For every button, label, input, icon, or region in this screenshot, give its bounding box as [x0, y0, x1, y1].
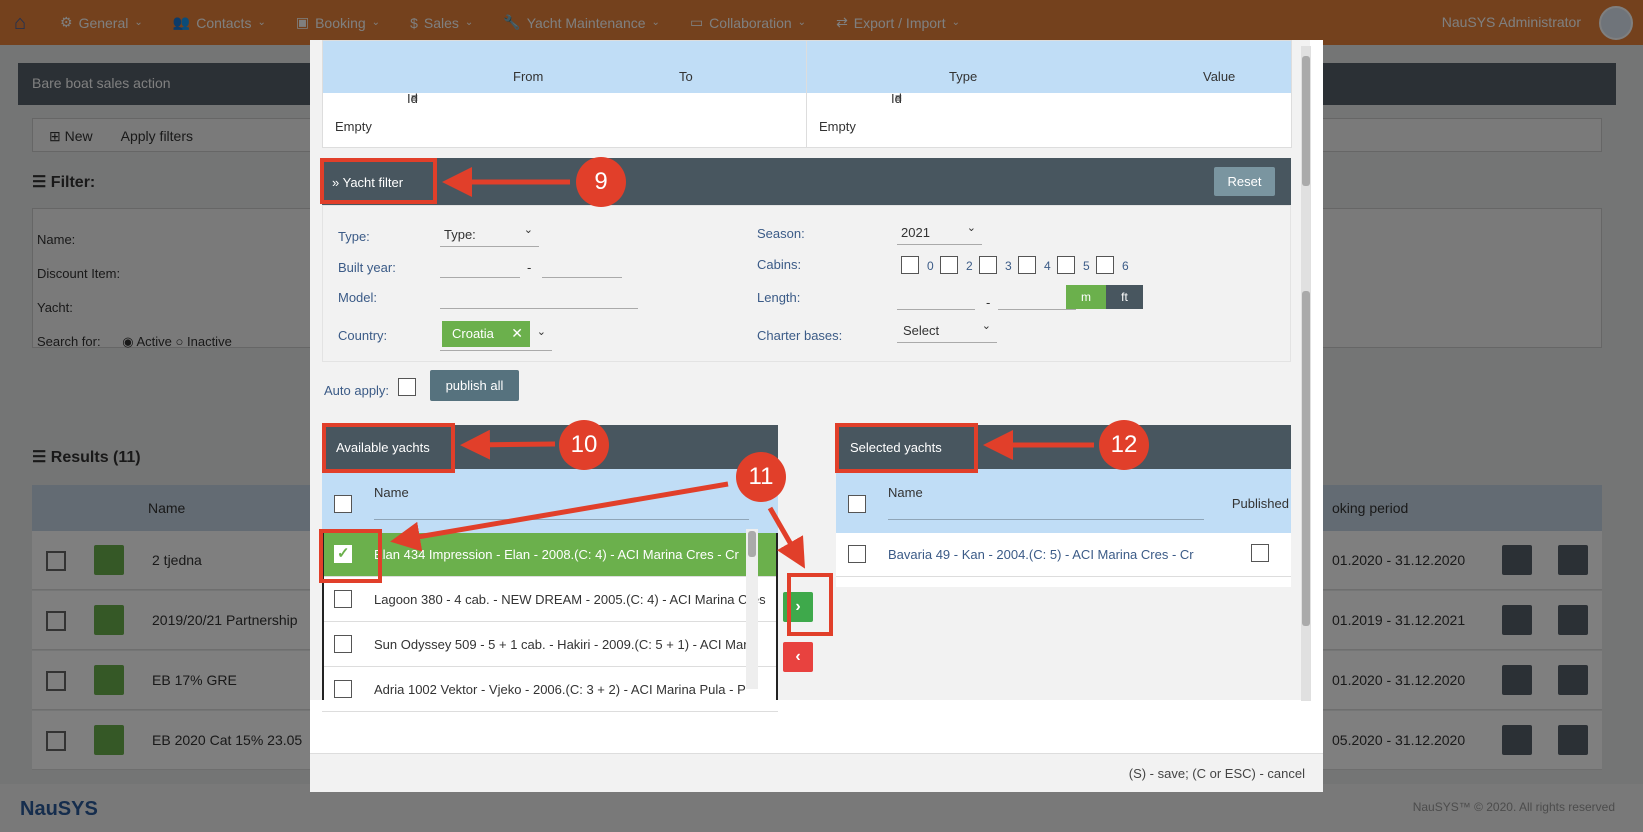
label-model: Model: — [338, 290, 378, 305]
name-filter-input[interactable] — [374, 519, 749, 520]
label-length: Length: — [757, 290, 801, 305]
discount-table-header: Id ≡ Type Value — [807, 41, 1291, 106]
range-separator: - — [527, 260, 532, 275]
annotation-box-yacht-filter — [320, 158, 437, 204]
cabin-checkbox-6[interactable] — [1096, 256, 1114, 274]
cabin-checkbox-2[interactable] — [940, 256, 958, 274]
publish-all-button[interactable]: publish all — [430, 370, 519, 401]
sort-icon: ≡ — [411, 91, 419, 105]
name-filter-input[interactable] — [888, 519, 1204, 520]
move-left-button[interactable]: ‹ — [783, 642, 813, 672]
label-country: Country: — [338, 328, 388, 343]
chevron-down-icon: ⌄ — [523, 224, 533, 236]
select-all-checkbox[interactable] — [848, 495, 866, 513]
list-scrollbar[interactable] — [746, 529, 758, 689]
label-charter-bases: Charter bases: — [757, 328, 843, 343]
reset-button[interactable]: Reset — [1214, 167, 1275, 196]
discount-table: Id ≡ Type Value Empty — [806, 40, 1292, 148]
row-checkbox[interactable] — [334, 590, 352, 608]
built-year-from[interactable] — [440, 254, 520, 278]
select-all-checkbox[interactable] — [334, 495, 352, 513]
range-separator: - — [986, 295, 991, 310]
model-input[interactable] — [440, 285, 638, 309]
available-yachts-col-header: Name — [322, 469, 778, 533]
chevron-down-icon: ⌄ — [966, 222, 976, 234]
label-built-year: Built year: — [338, 260, 396, 275]
length-from[interactable] — [897, 286, 975, 310]
empty-text: Empty — [335, 119, 372, 134]
row-checkbox[interactable] — [848, 545, 866, 563]
annotation-marker-11: 11 — [736, 452, 786, 502]
modal-footer: (S) - save; (C or ESC) - cancel — [310, 753, 1323, 792]
list-item[interactable]: Elan 434 Impression - Elan - 2008.(C: 4)… — [322, 533, 778, 577]
period-table: Id ≡ From To Empty — [322, 40, 817, 148]
unit-m-toggle[interactable]: m — [1066, 285, 1106, 309]
label-type: Type: — [338, 229, 370, 244]
col-name: Name — [374, 485, 409, 500]
row-checkbox[interactable] — [334, 680, 352, 698]
keyboard-hint: (S) - save; (C or ESC) - cancel — [1128, 766, 1305, 781]
annotation-box-available — [322, 423, 455, 473]
period-table-header: Id ≡ From To — [323, 41, 816, 106]
label-cabins: Cabins: — [757, 257, 802, 272]
yacht-filter-header[interactable]: » Yacht filter Reset — [322, 158, 1291, 205]
row-checkbox[interactable] — [334, 635, 352, 653]
auto-apply-label: Auto apply: — [324, 383, 390, 398]
cabin-checkbox-5[interactable] — [1057, 256, 1075, 274]
col-type: Type — [949, 69, 978, 84]
list-item[interactable]: Sun Odyssey 509 - 5 + 1 cab. - Hakiri - … — [322, 623, 778, 667]
annotation-marker-9: 9 — [576, 157, 626, 207]
modal-scrollbar[interactable] — [1301, 46, 1311, 701]
cabin-checkbox-0[interactable] — [901, 256, 919, 274]
charter-bases-select[interactable]: Select ⌄ — [897, 319, 997, 343]
col-from: From — [513, 69, 544, 84]
col-name: Name — [888, 485, 923, 500]
cabin-checkbox-3[interactable] — [979, 256, 997, 274]
type-select[interactable]: Type: ⌄ — [440, 223, 539, 247]
close-icon[interactable]: ✕ — [511, 325, 523, 342]
list-item[interactable]: Lagoon 380 - 4 cab. - NEW DREAM - 2005.(… — [322, 578, 778, 622]
edit-modal: Id ≡ From To Empty Id ≡ Type Value Empty »… — [310, 40, 1323, 792]
annotation-marker-10: 10 — [559, 420, 609, 470]
list-item[interactable]: Bavaria 49 - Kan - 2004.(C: 5) - ACI Mar… — [836, 533, 1291, 577]
season-select[interactable]: 2021 ⌄ — [897, 221, 982, 245]
annotation-box-selected — [835, 423, 978, 473]
col-value: Value — [1203, 69, 1236, 84]
built-year-to[interactable] — [542, 254, 622, 278]
col-to: To — [679, 69, 693, 84]
unit-ft-toggle[interactable]: ft — [1106, 285, 1143, 309]
annotation-box-checkbox — [319, 529, 382, 583]
annotation-marker-12: 12 — [1099, 420, 1149, 470]
cabin-checkbox-4[interactable] — [1018, 256, 1036, 274]
chevron-down-icon: ⌄ — [536, 326, 546, 338]
col-published: Published — [1231, 496, 1289, 511]
empty-text: Empty — [819, 119, 856, 134]
chevron-down-icon: ⌄ — [981, 320, 991, 332]
sort-icon: ≡ — [895, 91, 903, 105]
selected-yachts-col-header: Name Published — [836, 469, 1291, 533]
auto-apply-checkbox[interactable] — [398, 378, 416, 396]
annotation-box-move-button — [787, 573, 833, 636]
length-to[interactable] — [998, 286, 1076, 310]
country-chip[interactable]: Croatia ✕ — [442, 321, 530, 347]
list-item[interactable]: Adria 1002 Vektor - Vjeko - 2006.(C: 3 +… — [322, 668, 778, 712]
label-season: Season: — [757, 226, 805, 241]
published-checkbox[interactable] — [1251, 544, 1269, 562]
